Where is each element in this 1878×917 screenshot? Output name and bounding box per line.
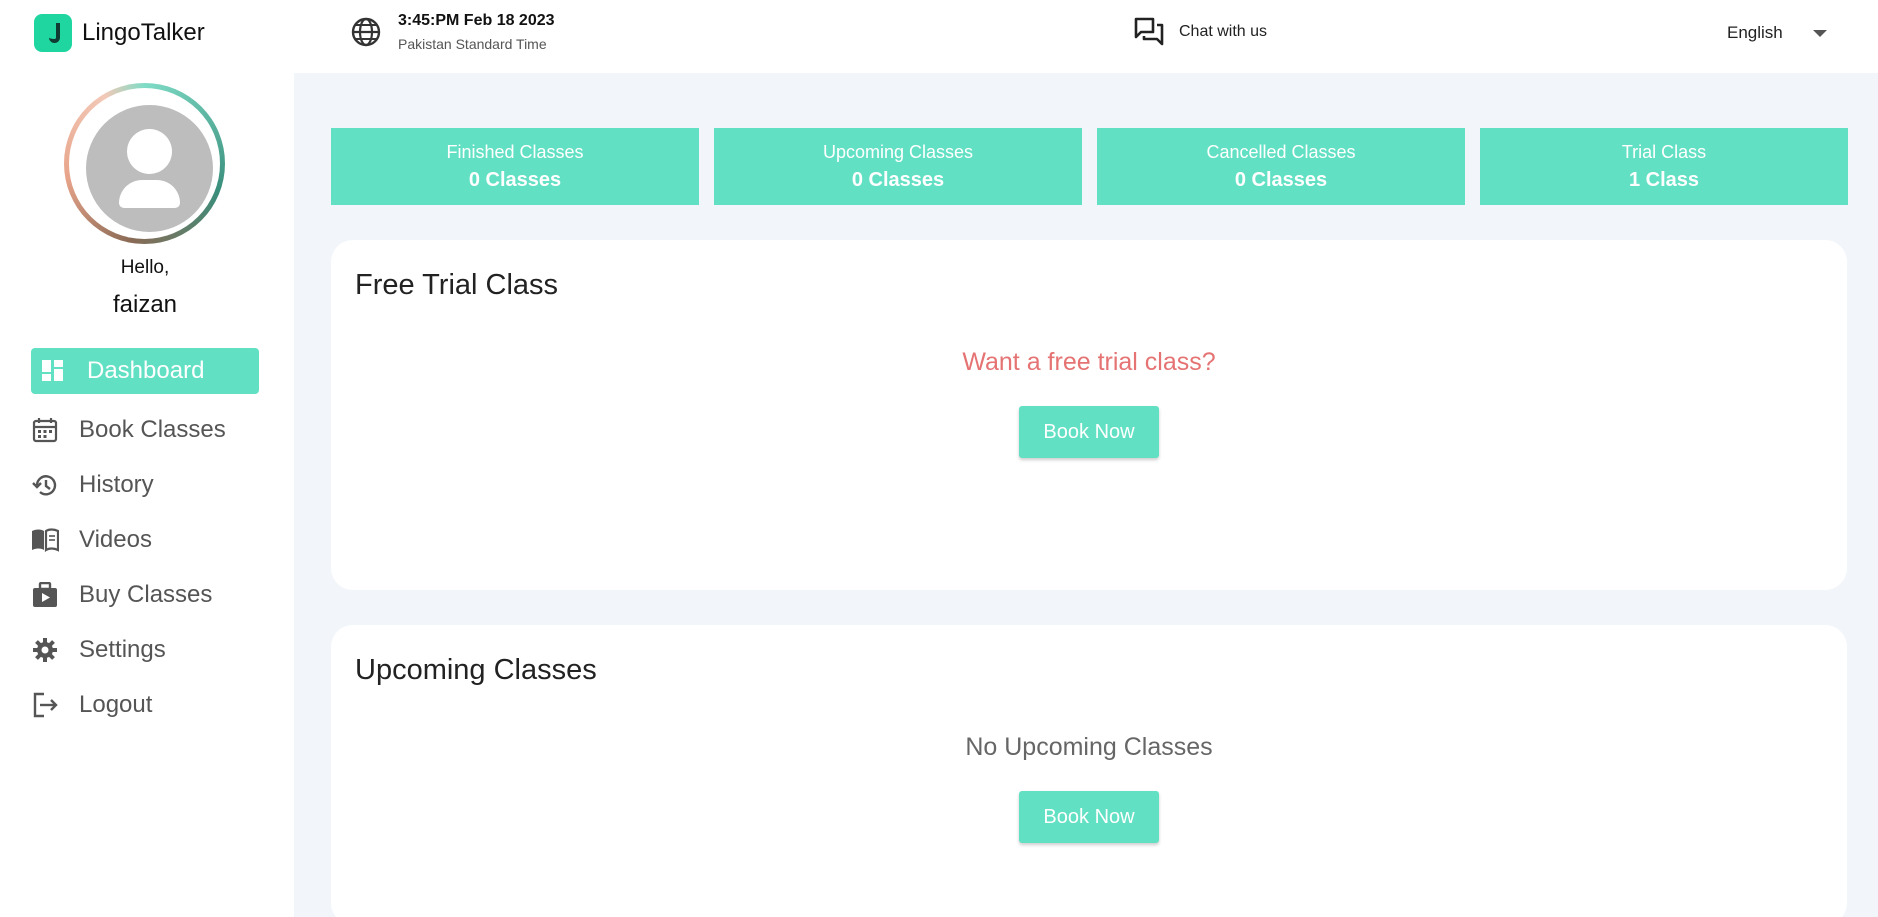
chat-icon <box>1134 17 1164 46</box>
sidebar-item-buy-classes[interactable]: Buy Classes <box>31 572 259 618</box>
sidebar-item-settings[interactable]: Settings <box>31 627 259 673</box>
stat-trial-class: Trial Class 1 Class <box>1480 128 1848 205</box>
stat-upcoming-classes: Upcoming Classes 0 Classes <box>714 128 1082 205</box>
book-now-button[interactable]: Book Now <box>1019 406 1159 458</box>
stat-label: Upcoming Classes <box>822 142 974 162</box>
stat-label: Trial Class <box>1621 142 1707 162</box>
avatar-ring <box>64 83 225 244</box>
sidebar-item-label: Logout <box>79 691 153 718</box>
time-display: 3:45:PM Feb 18 2023 Pakistan Standard Ti… <box>350 12 555 52</box>
dashboard-icon <box>39 357 67 385</box>
briefcase-play-icon <box>31 581 59 609</box>
timezone-label: Pakistan Standard Time <box>398 36 547 52</box>
user-icon <box>127 129 172 174</box>
chevron-down-icon <box>1812 29 1827 37</box>
avatar[interactable] <box>86 105 213 232</box>
sidebar-item-label: History <box>79 471 154 498</box>
language-select[interactable]: English <box>1727 23 1827 43</box>
sidebar-item-label: Videos <box>79 526 152 553</box>
main-content: Finished Classes 0 Classes Upcoming Clas… <box>294 73 1878 917</box>
greeting: Hello, <box>120 257 170 278</box>
globe-icon <box>351 17 381 47</box>
current-time: 3:45:PM Feb 18 2023 <box>398 12 555 29</box>
sidebar-item-dashboard[interactable]: Dashboard <box>31 348 259 394</box>
stat-label: Cancelled Classes <box>1206 142 1356 162</box>
sidebar-item-logout[interactable]: Logout <box>31 682 259 728</box>
chat-with-us-link[interactable]: Chat with us <box>1133 16 1267 48</box>
upcoming-classes-card: Upcoming Classes No Upcoming Classes Boo… <box>331 625 1847 917</box>
calendar-icon <box>31 416 59 444</box>
book-now-button[interactable]: Book Now <box>1019 791 1159 843</box>
app-name: LingoTalker <box>82 19 205 46</box>
no-upcoming-message: No Upcoming Classes <box>965 733 1213 761</box>
sidebar-item-label: Dashboard <box>87 357 205 384</box>
free-trial-title: Free Trial Class <box>355 269 559 301</box>
upcoming-classes-title: Upcoming Classes <box>355 654 597 686</box>
stat-cancelled-classes: Cancelled Classes 0 Classes <box>1097 128 1465 205</box>
stat-value: 0 Classes <box>468 169 562 191</box>
gear-icon <box>31 636 59 664</box>
logout-icon <box>31 691 59 719</box>
free-trial-card: Free Trial Class Want a free trial class… <box>331 240 1847 590</box>
free-trial-question: Want a free trial class? <box>962 348 1216 376</box>
sidebar-item-videos[interactable]: Videos <box>31 517 259 563</box>
sidebar-item-label: Settings <box>79 636 166 663</box>
top-bar: LingoTalker 3:45:PM Feb 18 2023 Pakistan… <box>0 0 1878 73</box>
stat-value: 1 Class <box>1628 169 1700 191</box>
sidebar-item-book-classes[interactable]: Book Classes <box>31 407 259 453</box>
history-icon <box>31 471 59 499</box>
sidebar: Hello, faizan Dashboard Book Classes His… <box>0 73 294 917</box>
stat-label: Finished Classes <box>446 142 584 162</box>
sidebar-item-label: Buy Classes <box>79 581 213 608</box>
sidebar-item-history[interactable]: History <box>31 462 259 508</box>
logo[interactable]: LingoTalker <box>34 14 205 52</box>
language-value: English <box>1727 23 1783 42</box>
username: faizan <box>112 291 178 318</box>
logo-icon <box>34 14 72 52</box>
stat-value: 0 Classes <box>1234 169 1328 191</box>
sidebar-item-label: Book Classes <box>79 416 226 443</box>
chat-label: Chat with us <box>1179 23 1268 40</box>
stat-value: 0 Classes <box>851 169 945 191</box>
book-icon <box>31 526 59 554</box>
stat-finished-classes: Finished Classes 0 Classes <box>331 128 699 205</box>
